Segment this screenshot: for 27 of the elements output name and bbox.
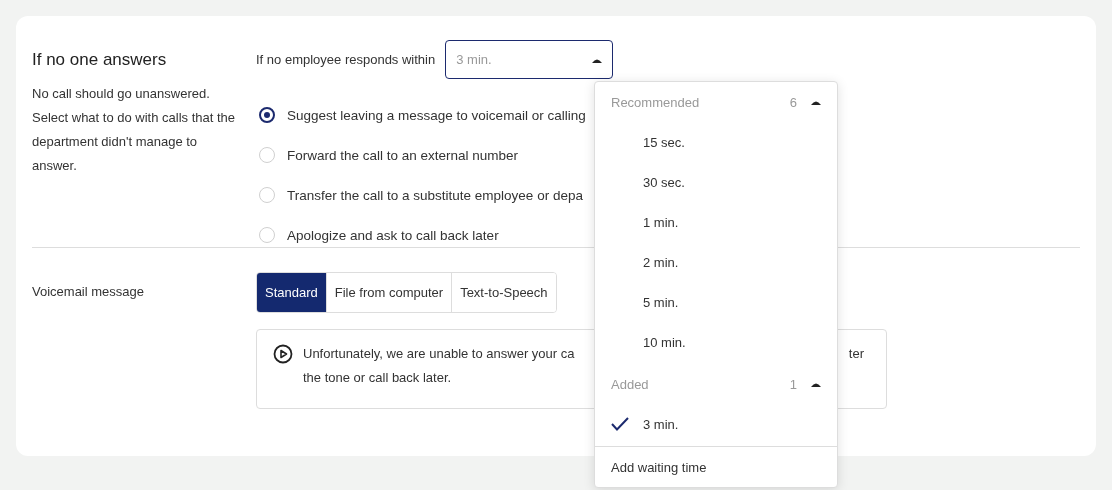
add-waiting-time-button[interactable]: Add waiting time — [595, 446, 837, 487]
menu-item[interactable]: 5 min. — [595, 282, 837, 322]
option-label[interactable]: Apologize and ask to call back later — [287, 227, 499, 243]
menu-item[interactable]: 1 min. — [595, 202, 837, 242]
option-label[interactable]: Forward the call to an external number — [287, 147, 519, 163]
field-label: If no employee responds within — [256, 52, 436, 67]
message-text: Unfortunately, we are unable to answer your ca — [303, 345, 575, 363]
group-count: 6 — [789, 94, 797, 110]
play-icon — [273, 344, 293, 364]
section-description: No call should go unanswered. Select what to do with calls that the department didn't manage to answer. — [32, 85, 237, 175]
menu-item[interactable]: 10 min. — [595, 322, 837, 362]
menu-item[interactable]: 2 min. — [595, 242, 837, 282]
group-title: Recommended — [611, 94, 701, 110]
message-text: ter — [848, 345, 864, 363]
option-label[interactable]: Suggest leaving a message to voicemail or calling — [287, 107, 586, 123]
tab[interactable]: Standard — [257, 273, 327, 312]
section-title: If no one answers — [32, 50, 168, 70]
message-text: the tone or call back later. — [303, 369, 452, 387]
menu-item[interactable]: 30 sec. — [595, 162, 837, 202]
check-icon — [611, 417, 629, 431]
group-count: 1 — [789, 376, 797, 392]
menu-item[interactable]: 3 min. — [595, 404, 837, 444]
menu-item[interactable]: 15 sec. — [595, 122, 837, 162]
option-label[interactable]: Transfer the call to a substitute employee or depa — [287, 187, 583, 203]
radio-button[interactable] — [259, 107, 275, 123]
group-title: Added — [611, 376, 650, 392]
field-label: Voicemail message — [32, 283, 145, 301]
